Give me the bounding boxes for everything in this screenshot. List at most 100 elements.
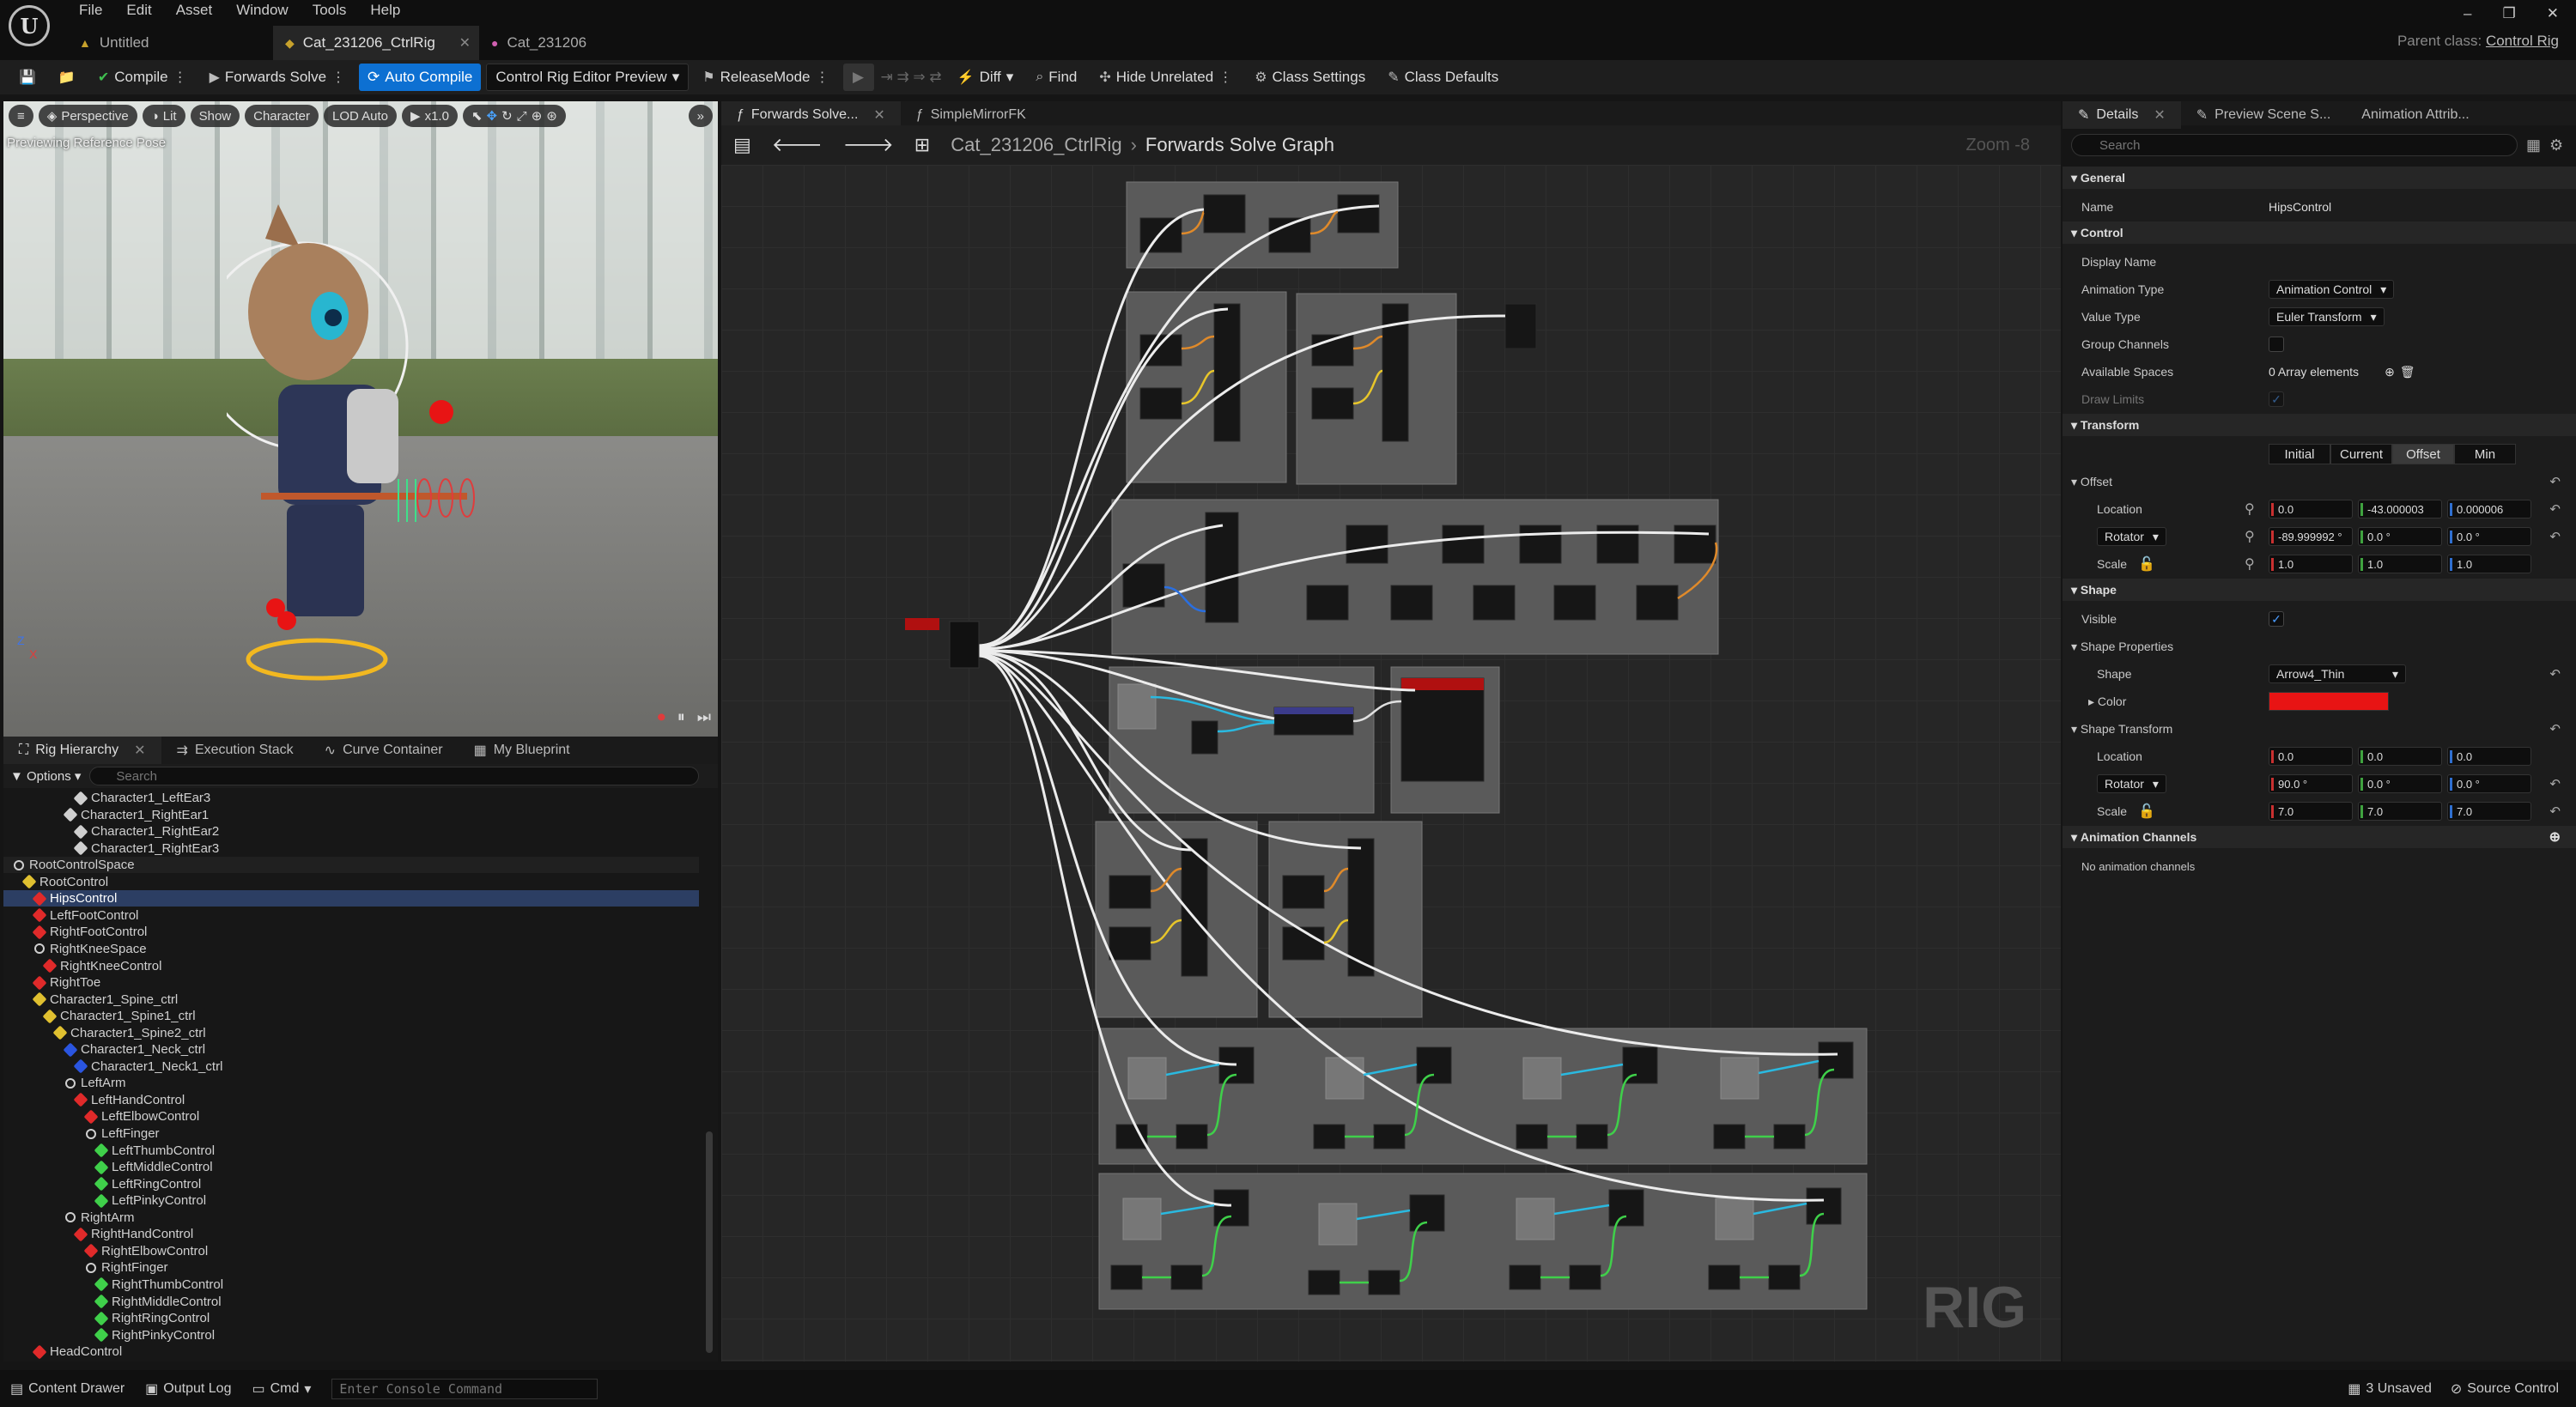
tree-item[interactable]: RightHandControl: [3, 1226, 699, 1242]
tree-item[interactable]: Character1_Spine1_ctrl: [3, 1008, 699, 1024]
tree-item[interactable]: RootControl: [3, 874, 699, 890]
back-arrow-icon[interactable]: 🡐: [772, 134, 823, 156]
group-channels-checkbox[interactable]: [2269, 337, 2284, 352]
trash-icon[interactable]: 🗑: [2400, 365, 2415, 379]
offset-rotator-y[interactable]: 0.0 °: [2358, 527, 2442, 546]
close-window-icon[interactable]: ✕: [2547, 5, 2559, 22]
tree-item[interactable]: RightToe: [3, 974, 699, 991]
menu-help[interactable]: Help: [358, 0, 412, 21]
character-button[interactable]: Character: [245, 105, 319, 127]
browse-button[interactable]: 📁: [50, 64, 84, 91]
class-settings-button[interactable]: ⚙ Class Settings: [1246, 64, 1374, 91]
reset-icon[interactable]: ↶: [2549, 529, 2561, 544]
rig-hierarchy-tree[interactable]: Character1_LeftEar3 Character1_RightEar1 C…: [3, 788, 718, 1362]
tree-item[interactable]: LeftElbowControl: [3, 1108, 699, 1125]
diff-button[interactable]: ⚡ Diff ▾: [949, 64, 1023, 91]
save-button[interactable]: 💾: [10, 64, 45, 91]
color-swatch[interactable]: [2269, 692, 2389, 711]
shape-location-x[interactable]: 0.0: [2269, 747, 2353, 766]
tree-item[interactable]: Character1_RightEar3: [3, 840, 699, 857]
shape-dropdown[interactable]: Arrow4_Thin ▾: [2269, 664, 2406, 683]
tree-item[interactable]: LeftFinger: [3, 1125, 699, 1142]
tab-animation-attributes[interactable]: Animation Attrib...: [2346, 101, 2484, 129]
snap-icon[interactable]: ⊛: [546, 108, 557, 124]
details-search-input[interactable]: [2071, 134, 2518, 156]
tab-preview-scene[interactable]: ✎ Preview Scene S...: [2181, 101, 2347, 129]
transform-tab-min[interactable]: Min: [2454, 444, 2516, 464]
shape-location-y[interactable]: 0.0: [2358, 747, 2442, 766]
relative-icon[interactable]: ⚲: [2245, 555, 2255, 573]
scale-icon[interactable]: ⤢: [517, 109, 527, 124]
close-icon[interactable]: ✕: [2154, 106, 2165, 124]
visible-checkbox[interactable]: ✓: [2269, 611, 2284, 627]
tree-item[interactable]: LeftMiddleControl: [3, 1159, 699, 1175]
tree-item[interactable]: Character1_RightEar2: [3, 823, 699, 840]
value-type-dropdown[interactable]: Euler Transform ▾: [2269, 307, 2385, 326]
tree-item[interactable]: Character1_Spine2_ctrl: [3, 1025, 699, 1041]
relative-icon[interactable]: ⚲: [2245, 500, 2255, 518]
restore-icon[interactable]: ❐: [2503, 5, 2516, 22]
record-icon[interactable]: ⏺: [658, 708, 665, 726]
offset-scale-x[interactable]: 1.0: [2269, 555, 2353, 573]
minimize-icon[interactable]: –: [2464, 5, 2471, 22]
tree-item[interactable]: RightElbowControl: [3, 1243, 699, 1259]
section-transform[interactable]: ▾ Transform: [2063, 414, 2576, 436]
tree-item[interactable]: RightKneeSpace: [3, 941, 699, 957]
forward-arrow-icon[interactable]: 🡒: [843, 134, 894, 156]
tree-item[interactable]: RightRingControl: [3, 1310, 699, 1326]
tree-item[interactable]: HeadControl: [3, 1343, 699, 1360]
transform-tab-offset[interactable]: Offset: [2392, 444, 2454, 464]
perspective-button[interactable]: ◈ Perspective: [38, 105, 137, 127]
shape-scale-x[interactable]: 7.0: [2269, 802, 2353, 821]
offset-scale-z[interactable]: 1.0: [2447, 555, 2531, 573]
rotator-dropdown[interactable]: Rotator ▾: [2097, 527, 2166, 546]
gear-icon[interactable]: ⚙: [2549, 136, 2563, 155]
tree-item[interactable]: RightFootControl: [3, 924, 699, 940]
tab-cat[interactable]: ● Cat_231206: [479, 26, 685, 60]
add-channel-icon[interactable]: ⊕: [2549, 828, 2561, 846]
tab-execution-stack[interactable]: ⇉ Execution Stack: [161, 737, 309, 764]
menu-window[interactable]: Window: [224, 0, 300, 21]
select-icon[interactable]: ⬉: [471, 108, 483, 124]
shape-location-z[interactable]: 0.0: [2447, 747, 2531, 766]
show-button[interactable]: Show: [190, 105, 240, 127]
section-animation-channels[interactable]: ▾ Animation Channels ⊕: [2063, 826, 2576, 848]
reset-icon[interactable]: ↶: [2549, 474, 2561, 489]
unsaved-button[interactable]: ▦ 3 Unsaved: [2348, 1380, 2432, 1398]
find-button[interactable]: ⌕ Find: [1027, 64, 1085, 91]
graph-canvas[interactable]: RIG: [721, 165, 2061, 1362]
tree-item[interactable]: RightMiddleControl: [3, 1294, 699, 1310]
translate-icon[interactable]: ✥: [487, 108, 498, 124]
tab-cat-ctrlrig[interactable]: ◆ Cat_231206_CtrlRig ✕: [273, 26, 479, 60]
menu-tools[interactable]: Tools: [301, 0, 359, 21]
tree-item[interactable]: LeftHandControl: [3, 1092, 699, 1108]
reset-icon[interactable]: ↶: [2549, 501, 2561, 517]
color-label[interactable]: ▸ Color: [2088, 694, 2126, 709]
section-general[interactable]: ▾ General: [2063, 167, 2576, 189]
section-control[interactable]: ▾ Control: [2063, 221, 2576, 244]
tree-item[interactable]: LeftThumbControl: [3, 1143, 699, 1159]
relative-icon[interactable]: ⚲: [2245, 528, 2255, 545]
source-control-button[interactable]: ⊘ Source Control: [2451, 1380, 2559, 1398]
reset-icon[interactable]: ↶: [2549, 776, 2561, 791]
auto-compile-toggle[interactable]: ⟳ Auto Compile: [359, 64, 482, 91]
lod-button[interactable]: LOD Auto: [323, 105, 398, 127]
offset-location-x[interactable]: 0.0: [2269, 500, 2353, 519]
world-icon[interactable]: ⊕: [532, 108, 543, 124]
tree-item[interactable]: RightArm: [3, 1210, 699, 1226]
graph-content[interactable]: [721, 165, 2061, 1362]
more-icon[interactable]: ⋮: [1218, 69, 1232, 86]
playback-speed-button[interactable]: ▶ x1.0: [402, 105, 458, 127]
step-forward-icon[interactable]: ⏭: [697, 708, 711, 726]
offset-rotator-z[interactable]: 0.0 °: [2447, 527, 2531, 546]
breadcrumb-root[interactable]: Cat_231206_CtrlRig: [951, 134, 1121, 156]
tree-item[interactable]: RightKneeControl: [3, 958, 699, 974]
lock-icon[interactable]: 🔓: [2138, 555, 2155, 573]
offset-location-y[interactable]: -43.000003: [2358, 500, 2442, 519]
menu-edit[interactable]: Edit: [114, 0, 163, 21]
shape-transform-label[interactable]: ▾ Shape Transform: [2071, 722, 2172, 737]
menu-file[interactable]: File: [67, 0, 114, 21]
tree-item[interactable]: RootControlSpace: [3, 857, 699, 874]
transform-tab-current[interactable]: Current: [2330, 444, 2392, 464]
step-play-button[interactable]: ▶: [842, 64, 874, 91]
